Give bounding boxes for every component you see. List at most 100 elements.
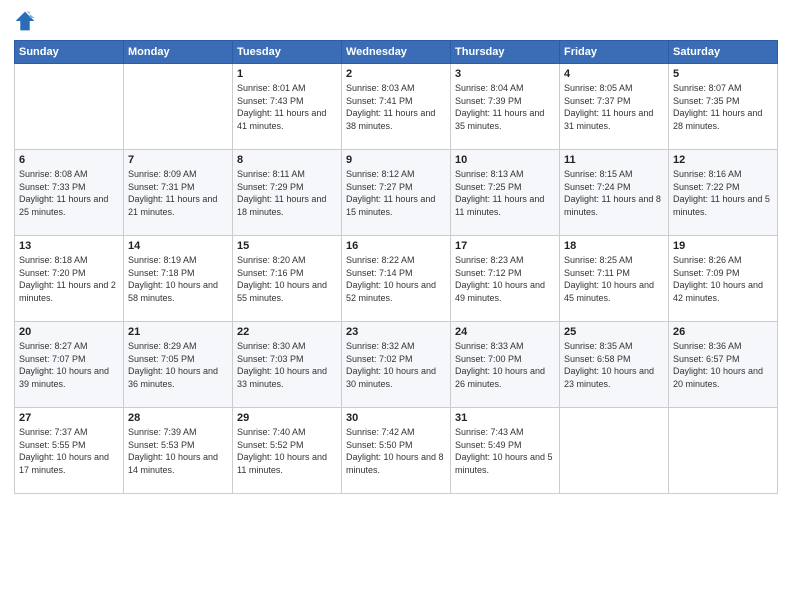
day-header-sunday: Sunday	[15, 41, 124, 64]
day-number: 9	[346, 154, 446, 166]
day-number: 17	[455, 240, 555, 252]
day-number: 2	[346, 68, 446, 80]
day-header-saturday: Saturday	[669, 41, 778, 64]
day-number: 3	[455, 68, 555, 80]
calendar-cell: 28 Sunrise: 7:39 AM Sunset: 5:53 PM Dayli…	[124, 408, 233, 494]
calendar-cell: 15Sunrise: 8:20 AM Sunset: 7:16 PM Dayli…	[233, 236, 342, 322]
calendar-cell: 30 Sunrise: 7:42 AM Sunset: 5:50 PM Dayli…	[342, 408, 451, 494]
day-info: Sunrise: 8:05 AM Sunset: 7:37 PM Dayligh…	[564, 82, 664, 132]
calendar-cell: 3 Sunrise: 8:04 AM Sunset: 7:39 PM Daylig…	[451, 64, 560, 150]
day-number: 1	[237, 68, 337, 80]
day-number: 28	[128, 412, 228, 424]
calendar-cell	[669, 408, 778, 494]
calendar-cell: 16 Sunrise: 8:22 AM Sunset: 7:14 PM Dayli…	[342, 236, 451, 322]
day-info: Sunrise: 8:03 AM Sunset: 7:41 PM Dayligh…	[346, 82, 446, 132]
calendar-cell: 20 Sunrise: 8:27 AM Sunset: 7:07 PM Dayli…	[15, 322, 124, 408]
day-info: Sunrise: 8:07 AM Sunset: 7:35 PM Dayligh…	[673, 82, 773, 132]
day-number: 27	[19, 412, 119, 424]
calendar-cell: 19 Sunrise: 8:26 AM Sunset: 7:09 PM Dayli…	[669, 236, 778, 322]
day-info: Sunrise: 8:08 AM Sunset: 7:33 PM Dayligh…	[19, 168, 119, 218]
day-number: 13	[19, 240, 119, 252]
calendar-cell	[560, 408, 669, 494]
day-number: 21	[128, 326, 228, 338]
day-number: 11	[564, 154, 664, 166]
calendar-cell: 10 Sunrise: 8:13 AM Sunset: 7:25 PM Dayli…	[451, 150, 560, 236]
day-info: Sunrise: 7:39 AM Sunset: 5:53 PM Dayligh…	[128, 426, 228, 476]
day-number: 5	[673, 68, 773, 80]
calendar-cell: 24 Sunrise: 8:33 AM Sunset: 7:00 PM Dayli…	[451, 322, 560, 408]
calendar-cell: 9 Sunrise: 8:12 AM Sunset: 7:27 PM Daylig…	[342, 150, 451, 236]
calendar-cell: 4 Sunrise: 8:05 AM Sunset: 7:37 PM Daylig…	[560, 64, 669, 150]
calendar-cell: 17Sunrise: 8:23 AM Sunset: 7:12 PM Dayli…	[451, 236, 560, 322]
calendar-cell: 23 Sunrise: 8:32 AM Sunset: 7:02 PM Dayli…	[342, 322, 451, 408]
day-info: Sunrise: 8:15 AM Sunset: 7:24 PM Dayligh…	[564, 168, 664, 218]
day-info: Sunrise: 8:19 AM Sunset: 7:18 PM Dayligh…	[128, 254, 228, 304]
day-info: Sunrise: 7:42 AM Sunset: 5:50 PM Dayligh…	[346, 426, 446, 476]
calendar-cell: 14 Sunrise: 8:19 AM Sunset: 7:18 PM Dayli…	[124, 236, 233, 322]
day-number: 31	[455, 412, 555, 424]
day-info: Sunrise: 8:27 AM Sunset: 7:07 PM Dayligh…	[19, 340, 119, 390]
day-info: Sunrise: 8:33 AM Sunset: 7:00 PM Dayligh…	[455, 340, 555, 390]
day-number: 14	[128, 240, 228, 252]
day-info: Sunrise: 8:12 AM Sunset: 7:27 PM Dayligh…	[346, 168, 446, 218]
calendar-cell: 8 Sunrise: 8:11 AM Sunset: 7:29 PM Daylig…	[233, 150, 342, 236]
day-number: 23	[346, 326, 446, 338]
day-info: Sunrise: 8:11 AM Sunset: 7:29 PM Dayligh…	[237, 168, 337, 218]
day-number: 29	[237, 412, 337, 424]
day-info: Sunrise: 8:16 AM Sunset: 7:22 PM Dayligh…	[673, 168, 773, 218]
calendar-cell: 21 Sunrise: 8:29 AM Sunset: 7:05 PM Dayli…	[124, 322, 233, 408]
day-info: Sunrise: 7:43 AM Sunset: 5:49 PM Dayligh…	[455, 426, 555, 476]
day-info: Sunrise: 8:32 AM Sunset: 7:02 PM Dayligh…	[346, 340, 446, 390]
day-info: Sunrise: 8:01 AM Sunset: 7:43 PM Dayligh…	[237, 82, 337, 132]
day-info: Sunrise: 7:37 AM Sunset: 5:55 PM Dayligh…	[19, 426, 119, 476]
day-info: Sunrise: 8:18 AM Sunset: 7:20 PM Dayligh…	[19, 254, 119, 304]
day-info: Sunrise: 7:40 AM Sunset: 5:52 PM Dayligh…	[237, 426, 337, 476]
calendar-cell: 7 Sunrise: 8:09 AM Sunset: 7:31 PM Daylig…	[124, 150, 233, 236]
calendar-cell: 22 Sunrise: 8:30 AM Sunset: 7:03 PM Dayli…	[233, 322, 342, 408]
logo	[14, 10, 38, 32]
day-info: Sunrise: 8:26 AM Sunset: 7:09 PM Dayligh…	[673, 254, 773, 304]
calendar-cell: 13 Sunrise: 8:18 AM Sunset: 7:20 PM Dayli…	[15, 236, 124, 322]
calendar-cell: 1 Sunrise: 8:01 AM Sunset: 7:43 PM Daylig…	[233, 64, 342, 150]
day-info: Sunrise: 8:09 AM Sunset: 7:31 PM Dayligh…	[128, 168, 228, 218]
day-info: Sunrise: 8:04 AM Sunset: 7:39 PM Dayligh…	[455, 82, 555, 132]
day-number: 26	[673, 326, 773, 338]
day-info: Sunrise: 8:29 AM Sunset: 7:05 PM Dayligh…	[128, 340, 228, 390]
calendar-header-row: SundayMondayTuesdayWednesdayThursdayFrid…	[15, 41, 778, 64]
day-number: 10	[455, 154, 555, 166]
day-info: Sunrise: 8:36 AM Sunset: 6:57 PM Dayligh…	[673, 340, 773, 390]
week-row-3: 20 Sunrise: 8:27 AM Sunset: 7:07 PM Dayli…	[15, 322, 778, 408]
week-row-0: 1 Sunrise: 8:01 AM Sunset: 7:43 PM Daylig…	[15, 64, 778, 150]
logo-icon	[14, 10, 36, 32]
calendar-cell	[124, 64, 233, 150]
day-number: 30	[346, 412, 446, 424]
calendar-cell: 18Sunrise: 8:25 AM Sunset: 7:11 PM Dayli…	[560, 236, 669, 322]
day-info: Sunrise: 8:35 AM Sunset: 6:58 PM Dayligh…	[564, 340, 664, 390]
calendar-cell: 12 Sunrise: 8:16 AM Sunset: 7:22 PM Dayli…	[669, 150, 778, 236]
day-number: 20	[19, 326, 119, 338]
day-header-thursday: Thursday	[451, 41, 560, 64]
day-number: 19	[673, 240, 773, 252]
calendar-cell: 29 Sunrise: 7:40 AM Sunset: 5:52 PM Dayli…	[233, 408, 342, 494]
day-number: 12	[673, 154, 773, 166]
week-row-2: 13 Sunrise: 8:18 AM Sunset: 7:20 PM Dayli…	[15, 236, 778, 322]
day-info: Sunrise: 8:22 AM Sunset: 7:14 PM Dayligh…	[346, 254, 446, 304]
day-number: 7	[128, 154, 228, 166]
day-number: 8	[237, 154, 337, 166]
calendar-cell: 31 Sunrise: 7:43 AM Sunset: 5:49 PM Dayli…	[451, 408, 560, 494]
calendar-cell	[15, 64, 124, 150]
day-info: Sunrise: 8:13 AM Sunset: 7:25 PM Dayligh…	[455, 168, 555, 218]
day-number: 25	[564, 326, 664, 338]
day-number: 4	[564, 68, 664, 80]
header	[14, 10, 778, 32]
day-header-wednesday: Wednesday	[342, 41, 451, 64]
day-info: Sunrise: 8:25 AM Sunset: 7:11 PM Dayligh…	[564, 254, 664, 304]
day-header-friday: Friday	[560, 41, 669, 64]
day-number: 6	[19, 154, 119, 166]
day-number: 24	[455, 326, 555, 338]
day-info: Sunrise: 8:30 AM Sunset: 7:03 PM Dayligh…	[237, 340, 337, 390]
calendar-cell: 26 Sunrise: 8:36 AM Sunset: 6:57 PM Dayli…	[669, 322, 778, 408]
day-number: 15	[237, 240, 337, 252]
day-number: 16	[346, 240, 446, 252]
day-number: 22	[237, 326, 337, 338]
